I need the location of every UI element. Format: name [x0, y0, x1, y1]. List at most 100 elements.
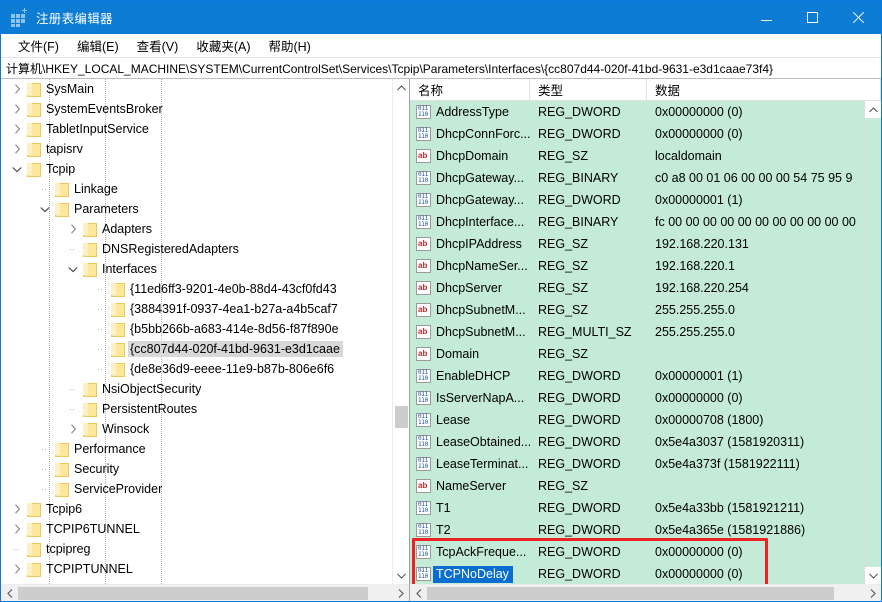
table-row[interactable]: T1REG_DWORD0x5e4a33bb (1581921211): [410, 497, 864, 519]
table-row[interactable]: DhcpConnForc...REG_DWORD0x00000000 (0): [410, 123, 864, 145]
chevron-right-icon[interactable]: [9, 499, 25, 519]
tree-item-performance[interactable]: Performance: [1, 439, 393, 459]
table-row[interactable]: DomainREG_SZ: [410, 343, 864, 365]
table-row[interactable]: LeaseREG_DWORD0x00000708 (1800): [410, 409, 864, 431]
values-hscroll-right-icon[interactable]: [864, 585, 881, 602]
column-header-data[interactable]: 数据: [647, 79, 881, 100]
values-scroll-down-icon[interactable]: [865, 567, 881, 584]
table-row[interactable]: NameServerREG_SZ: [410, 475, 864, 497]
tree-item-de8e36d9-eeee-11e9-b87b-806e6f6[interactable]: {de8e36d9-eeee-11e9-b87b-806e6f6: [1, 359, 393, 379]
close-icon: [852, 11, 865, 24]
title-bar[interactable]: 注册表编辑器: [1, 1, 881, 34]
value-name-label: DhcpIPAddress: [436, 237, 522, 251]
tree-hscroll-right-icon[interactable]: [392, 585, 409, 602]
values-horizontal-scrollbar[interactable]: [410, 584, 881, 601]
tree-horizontal-scrollbar[interactable]: [1, 584, 409, 601]
tree-item-tcpip6[interactable]: Tcpip6: [1, 499, 393, 519]
menu-favorites[interactable]: 收藏夹(A): [187, 34, 259, 58]
tree-item-serviceprovider[interactable]: ServiceProvider: [1, 479, 393, 499]
tree-leaf-marker: [93, 359, 109, 379]
menu-file[interactable]: 文件(F): [9, 34, 68, 58]
chevron-down-icon[interactable]: [37, 199, 53, 219]
tree-item-tcpip[interactable]: Tcpip: [1, 159, 393, 179]
chevron-right-icon[interactable]: [9, 139, 25, 159]
chevron-right-icon[interactable]: [65, 219, 81, 239]
chevron-right-icon[interactable]: [9, 559, 25, 579]
table-row[interactable]: EnableDHCPREG_DWORD0x00000001 (1): [410, 365, 864, 387]
tree-scroll-up-icon[interactable]: [393, 79, 409, 96]
value-type-cell: REG_SZ: [530, 237, 647, 251]
tree-item-3884391f-0937-4ea1-b27a-a4b5caf7[interactable]: {3884391f-0937-4ea1-b27a-a4b5caf7: [1, 299, 393, 319]
table-row[interactable]: DhcpSubnetM...REG_SZ255.255.255.0: [410, 299, 864, 321]
chevron-down-icon[interactable]: [9, 159, 25, 179]
tree-item-11ed6ff3-9201-4e0b-88d4-43cf0fd43[interactable]: {11ed6ff3-9201-4e0b-88d4-43cf0fd43: [1, 279, 393, 299]
table-row[interactable]: DhcpDomainREG_SZlocaldomain: [410, 145, 864, 167]
table-row[interactable]: T2REG_DWORD0x5e4a365e (1581921886): [410, 519, 864, 541]
values-hscroll-left-icon[interactable]: [410, 585, 427, 602]
chevron-right-icon[interactable]: [9, 119, 25, 139]
tree-item-tapisrv[interactable]: tapisrv: [1, 139, 393, 159]
chevron-right-icon[interactable]: [9, 99, 25, 119]
tree-item-systemeventsbroker[interactable]: SystemEventsBroker: [1, 99, 393, 119]
chevron-right-icon[interactable]: [9, 519, 25, 539]
table-row[interactable]: DhcpIPAddressREG_SZ192.168.220.131: [410, 233, 864, 255]
tree-item-tcpip6tunnel[interactable]: TCPIP6TUNNEL: [1, 519, 393, 539]
tree-item-nsiobjectsecurity[interactable]: NsiObjectSecurity: [1, 379, 393, 399]
tree-item-tcpipreg[interactable]: tcpipreg: [1, 539, 393, 559]
tree-item-persistentroutes[interactable]: PersistentRoutes: [1, 399, 393, 419]
table-row[interactable]: IsServerNapA...REG_DWORD0x00000000 (0): [410, 387, 864, 409]
registry-values-pane: 名称 类型 数据 AddressTypeREG_DWORD0x00000000 …: [410, 79, 881, 601]
minimize-button[interactable]: [743, 1, 789, 34]
values-scroll-up-icon[interactable]: [865, 101, 881, 118]
tree-item-cc807d44-020f-41bd-9631-e3d1caae[interactable]: {cc807d44-020f-41bd-9631-e3d1caae: [1, 339, 393, 359]
tree-vertical-scrollbar[interactable]: [392, 79, 409, 584]
value-data-cell: 255.255.255.0: [647, 303, 864, 317]
table-row[interactable]: TCPNoDelayREG_DWORD0x00000000 (0): [410, 563, 864, 584]
close-button[interactable]: [835, 1, 881, 34]
tree-leaf-marker: [65, 399, 81, 419]
folder-icon: [53, 182, 69, 196]
address-bar[interactable]: 计算机\HKEY_LOCAL_MACHINE\SYSTEM\CurrentCon…: [1, 57, 881, 79]
tree-scroll-thumb[interactable]: [395, 406, 408, 428]
tree-item-sysmain[interactable]: SysMain: [1, 79, 393, 99]
tree-item-dnsregisteredadapters[interactable]: DNSRegisteredAdapters: [1, 239, 393, 259]
table-row[interactable]: DhcpServerREG_SZ192.168.220.254: [410, 277, 864, 299]
tree-item-parameters[interactable]: Parameters: [1, 199, 393, 219]
table-row[interactable]: DhcpGateway...REG_BINARYc0 a8 00 01 06 0…: [410, 167, 864, 189]
table-row[interactable]: DhcpInterface...REG_BINARYfc 00 00 00 00…: [410, 211, 864, 233]
tree-hscroll-thumb[interactable]: [18, 587, 368, 600]
tree-item-tcpiptunnel[interactable]: TCPIPTUNNEL: [1, 559, 393, 579]
table-row[interactable]: DhcpNameSer...REG_SZ192.168.220.1: [410, 255, 864, 277]
menu-edit[interactable]: 编辑(E): [68, 34, 128, 58]
folder-icon: [25, 542, 41, 556]
chevron-right-icon[interactable]: [9, 79, 25, 99]
tree-hscroll-track[interactable]: [18, 585, 392, 602]
chevron-down-icon[interactable]: [65, 259, 81, 279]
values-vertical-scrollbar[interactable]: [864, 101, 881, 584]
values-hscroll-thumb[interactable]: [427, 587, 834, 600]
table-row[interactable]: LeaseObtained...REG_DWORD0x5e4a3037 (158…: [410, 431, 864, 453]
column-header-name-label: 名称: [418, 80, 443, 99]
values-hscroll-track[interactable]: [427, 585, 864, 602]
table-row[interactable]: AddressTypeREG_DWORD0x00000000 (0): [410, 101, 864, 123]
tree-scroll-down-icon[interactable]: [393, 567, 409, 584]
menu-help[interactable]: 帮助(H): [259, 34, 319, 58]
tree-item-adapters[interactable]: Adapters: [1, 219, 393, 239]
tree-item-security[interactable]: Security: [1, 459, 393, 479]
column-header-name[interactable]: 名称: [410, 79, 530, 100]
table-row[interactable]: DhcpGateway...REG_DWORD0x00000001 (1): [410, 189, 864, 211]
table-row[interactable]: LeaseTerminat...REG_DWORD0x5e4a373f (158…: [410, 453, 864, 475]
tree-item-linkage[interactable]: Linkage: [1, 179, 393, 199]
chevron-right-icon[interactable]: [65, 419, 81, 439]
table-row[interactable]: TcpAckFreque...REG_DWORD0x00000000 (0): [410, 541, 864, 563]
tree-item-tabletinputservice[interactable]: TabletInputService: [1, 119, 393, 139]
tree-item-b5bb266b-a683-414e-8d56-f87f890e[interactable]: {b5bb266b-a683-414e-8d56-f87f890e: [1, 319, 393, 339]
tree-item-interfaces[interactable]: Interfaces: [1, 259, 393, 279]
tree-hscroll-left-icon[interactable]: [1, 585, 18, 602]
menu-view[interactable]: 查看(V): [128, 34, 188, 58]
tree-item-winsock[interactable]: Winsock: [1, 419, 393, 439]
binary-value-icon: [416, 545, 431, 559]
column-header-type[interactable]: 类型: [530, 79, 647, 100]
table-row[interactable]: DhcpSubnetM...REG_MULTI_SZ255.255.255.0: [410, 321, 864, 343]
maximize-button[interactable]: [789, 1, 835, 34]
